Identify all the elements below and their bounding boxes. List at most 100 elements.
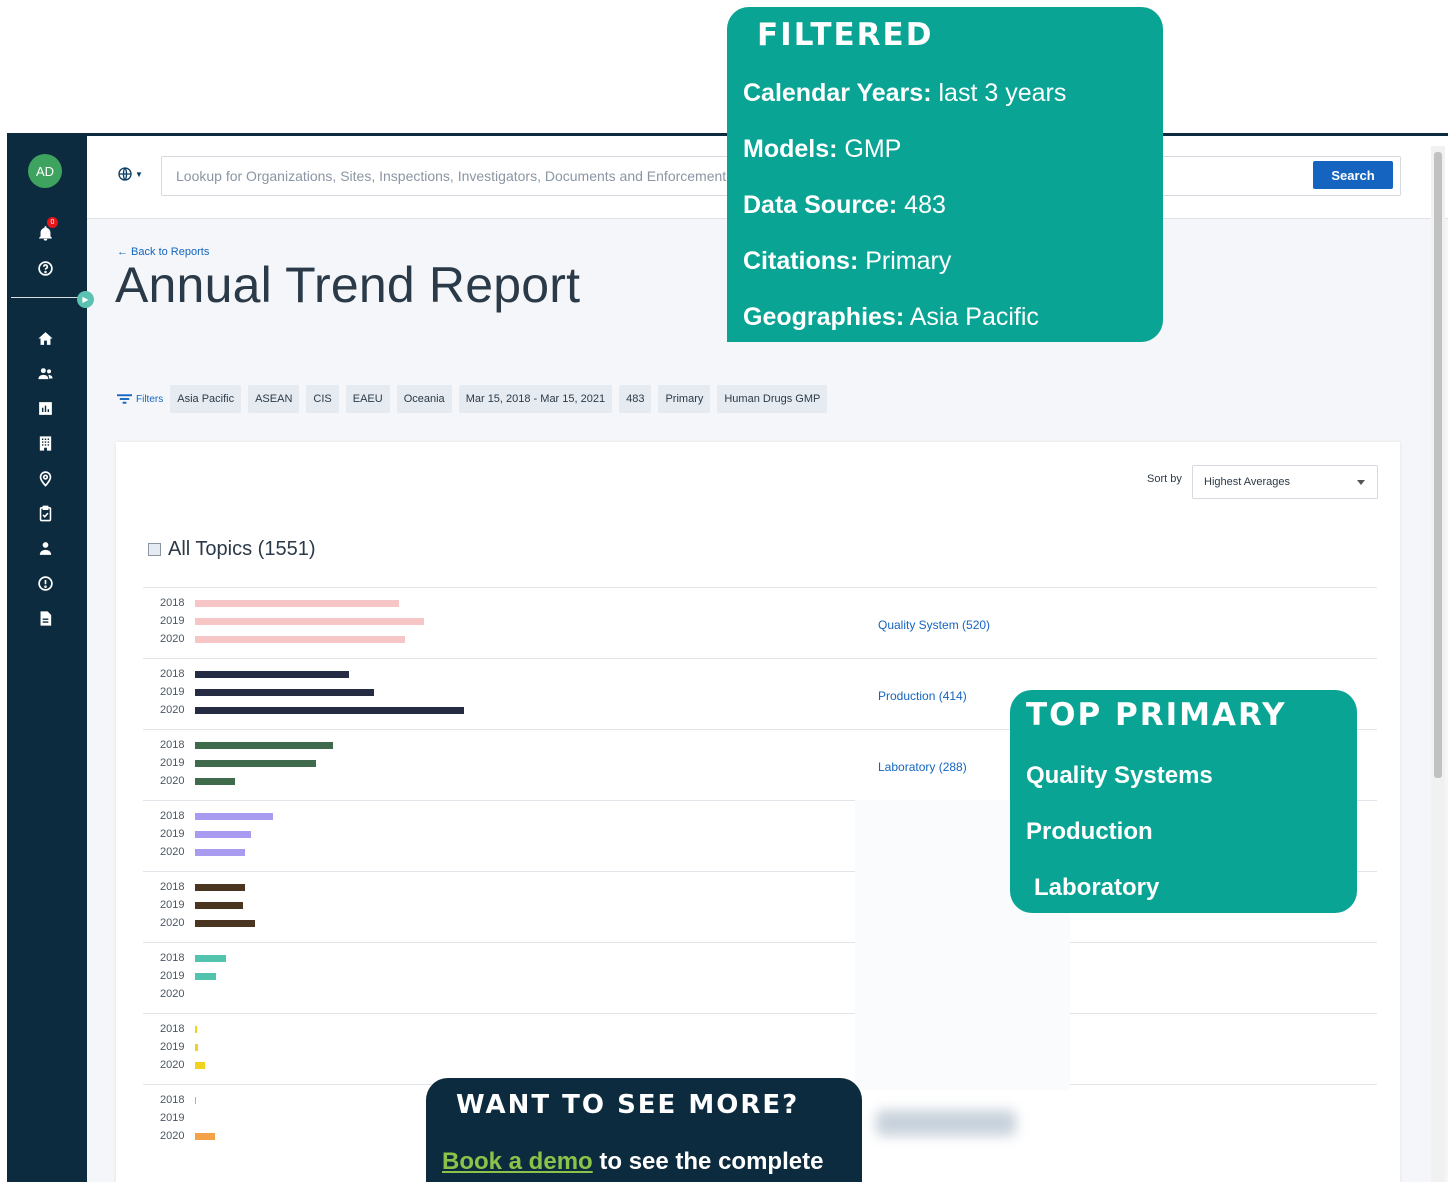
year-label: 2019: [160, 970, 185, 982]
filter-chip[interactable]: Asia Pacific: [170, 385, 242, 413]
filter-chip[interactable]: ASEAN: [248, 385, 300, 413]
book-demo-link[interactable]: Book a demo: [442, 1148, 593, 1175]
trend-bar[interactable]: [195, 1097, 196, 1104]
sort-select[interactable]: Highest Averages: [1192, 465, 1378, 499]
filtered-heading: FILTERED: [757, 17, 934, 53]
filter-key: Citations:: [743, 247, 859, 275]
search-button[interactable]: Search: [1313, 161, 1393, 189]
person-icon[interactable]: [33, 536, 57, 560]
year-label: 2020: [160, 846, 185, 858]
filter-chip[interactable]: 483: [619, 385, 652, 413]
filter-summary-line: Citations: Primary: [743, 247, 951, 276]
top-primary-heading: TOP PRIMARY: [1026, 697, 1287, 733]
year-label: 2020: [160, 633, 185, 645]
year-label: 2018: [160, 597, 185, 609]
top-primary-callout: TOP PRIMARY Quality Systems Production L…: [1010, 690, 1357, 913]
trend-bar[interactable]: [195, 831, 251, 838]
trend-bar[interactable]: [195, 600, 399, 607]
page-title: Annual Trend Report: [115, 257, 581, 313]
year-label: 2018: [160, 739, 185, 751]
year-label: 2019: [160, 1041, 185, 1053]
year-label: 2018: [160, 881, 185, 893]
year-label: 2020: [160, 704, 185, 716]
year-label: 2020: [160, 1059, 185, 1071]
alert-icon[interactable]: [33, 571, 57, 595]
page: AD 0 ▶ ▼ Lookup for Organizations, Sites…: [0, 0, 1450, 1182]
filter-chip[interactable]: CIS: [306, 385, 339, 413]
trend-bar[interactable]: [195, 636, 405, 643]
help-icon[interactable]: [33, 256, 57, 280]
year-label: 2018: [160, 810, 185, 822]
trend-bar[interactable]: [195, 884, 245, 891]
trend-bar[interactable]: [195, 671, 349, 678]
year-label: 2018: [160, 1023, 185, 1035]
location-icon[interactable]: [33, 466, 57, 490]
filter-chip[interactable]: Oceania: [396, 385, 452, 413]
demo-text-rest: to see the complete: [592, 1148, 824, 1175]
year-label: 2019: [160, 686, 185, 698]
filter-summary-line: Calendar Years: last 3 years: [743, 79, 1066, 108]
all-topics-checkbox[interactable]: [148, 543, 161, 556]
trend-bar[interactable]: [195, 973, 216, 980]
building-icon[interactable]: [33, 431, 57, 455]
filter-key: Geographies:: [743, 303, 905, 331]
globe-icon[interactable]: ▼: [117, 166, 143, 182]
filter-chip[interactable]: EAEU: [345, 385, 390, 413]
trend-bar[interactable]: [195, 813, 273, 820]
trend-bar[interactable]: [195, 707, 464, 714]
trend-bar[interactable]: [195, 778, 235, 785]
top-primary-item: Laboratory: [1034, 874, 1160, 901]
scrollbar[interactable]: [1431, 146, 1445, 1182]
scrollbar-thumb[interactable]: [1434, 152, 1442, 778]
topic-link[interactable]: Production (414): [878, 689, 967, 703]
year-label: 2018: [160, 952, 185, 964]
demo-heading: WANT TO SEE MORE?: [456, 1090, 800, 1120]
trend-bar[interactable]: [195, 1026, 197, 1033]
trend-bar[interactable]: [195, 902, 243, 909]
filter-chip[interactable]: Human Drugs GMP: [717, 385, 828, 413]
report-icon[interactable]: [33, 396, 57, 420]
bell-icon[interactable]: 0: [33, 217, 58, 245]
top-primary-item: Production: [1026, 818, 1153, 845]
filter-value: Asia Pacific: [904, 303, 1039, 331]
avatar[interactable]: AD: [28, 154, 62, 188]
sidebar-divider: [11, 297, 83, 298]
year-label: 2020: [160, 917, 185, 929]
users-icon[interactable]: [33, 361, 57, 385]
year-label: 2020: [160, 775, 185, 787]
document-icon[interactable]: [33, 606, 57, 630]
year-label: 2018: [160, 668, 185, 680]
year-label: 2019: [160, 615, 185, 627]
trend-bar[interactable]: [195, 618, 424, 625]
year-label: 2020: [160, 1130, 185, 1142]
trend-bar[interactable]: [195, 742, 333, 749]
trend-bar[interactable]: [195, 760, 316, 767]
trend-bar[interactable]: [195, 1062, 205, 1069]
filters-button[interactable]: Filters: [117, 393, 163, 405]
blurred-topic-label: [876, 1110, 1016, 1136]
filter-summary-line: Geographies: Asia Pacific: [743, 303, 1039, 332]
trend-bar[interactable]: [195, 1133, 215, 1140]
filter-summary-line: Models: GMP: [743, 135, 901, 164]
notification-badge: 0: [47, 217, 58, 228]
all-topics-label: All Topics (1551): [168, 538, 316, 560]
filters-label: Filters: [136, 393, 164, 405]
home-icon[interactable]: [33, 326, 57, 350]
clipboard-icon[interactable]: [33, 501, 57, 525]
year-label: 2019: [160, 1112, 185, 1124]
trend-bar[interactable]: [195, 689, 374, 696]
all-topics-toggle[interactable]: All Topics (1551): [148, 538, 315, 561]
sort-value: Highest Averages: [1204, 476, 1291, 488]
filter-chip[interactable]: Mar 15, 2018 - Mar 15, 2021: [458, 385, 613, 413]
trend-bar[interactable]: [195, 920, 255, 927]
chevron-down-icon: ▼: [135, 169, 143, 179]
trend-bar[interactable]: [195, 955, 226, 962]
filter-chip[interactable]: Primary: [658, 385, 711, 413]
topic-link[interactable]: Laboratory (288): [878, 760, 967, 774]
sidebar-collapse-button[interactable]: ▶: [77, 291, 94, 308]
trend-bar[interactable]: [195, 1044, 198, 1051]
trend-bar[interactable]: [195, 849, 245, 856]
chevron-down-icon: [1357, 480, 1365, 485]
topic-link[interactable]: Quality System (520): [878, 618, 990, 632]
filter-value: 483: [897, 191, 946, 219]
